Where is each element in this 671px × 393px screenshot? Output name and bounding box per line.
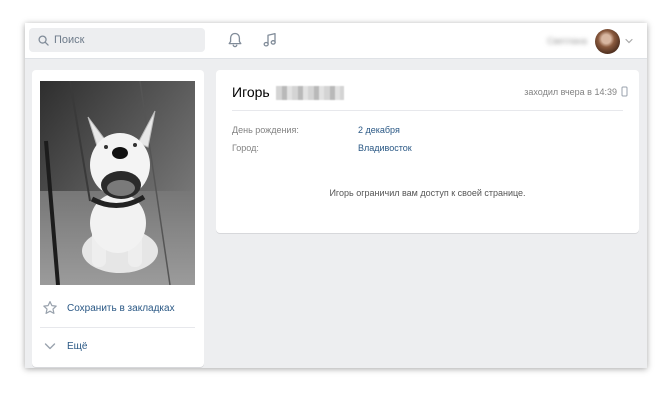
notifications-button[interactable]	[226, 31, 244, 49]
search-icon	[38, 34, 49, 46]
profile-photo[interactable]	[40, 81, 195, 285]
dog-photo-image	[40, 81, 195, 285]
more-label: Ещё	[67, 340, 88, 352]
profile-name: Игорь	[232, 84, 270, 100]
more-button[interactable]: Ещё	[40, 331, 195, 361]
city-value-link[interactable]: Владивосток	[358, 143, 412, 153]
chevron-down-icon	[625, 38, 633, 44]
top-bar: Светлана	[25, 23, 647, 59]
avatar[interactable]	[595, 28, 620, 54]
search-box[interactable]	[29, 28, 205, 52]
birthday-value-link[interactable]: 2 декабря	[358, 125, 400, 135]
restricted-access-message: Игорь ограничил вам доступ к своей стран…	[329, 188, 526, 198]
mobile-phone-icon	[621, 86, 628, 97]
music-button[interactable]	[261, 31, 279, 49]
bell-icon	[228, 32, 242, 48]
sidebar-divider	[40, 327, 195, 328]
chevron-down-icon	[44, 343, 56, 350]
music-note-icon	[263, 32, 276, 47]
last-seen-status: заходил вчера в 14:39	[524, 87, 617, 97]
birthday-label: День рождения:	[232, 125, 299, 135]
search-input[interactable]	[54, 34, 194, 46]
profile-main-card: Игорь заходил вчера в 14:39 День рождени…	[216, 70, 639, 233]
bookmark-button[interactable]: Сохранить в закладках	[40, 293, 195, 323]
header-divider	[232, 110, 623, 111]
bookmark-label: Сохранить в закладках	[67, 302, 175, 314]
star-icon	[43, 301, 57, 314]
user-name: Светлана	[546, 36, 587, 46]
profile-sidebar-card: Сохранить в закладках Ещё	[32, 70, 204, 367]
blurred-surname	[276, 86, 344, 100]
city-label: Город:	[232, 143, 259, 153]
browser-window: Светлана	[25, 23, 647, 368]
user-menu[interactable]: Светлана	[547, 27, 633, 55]
